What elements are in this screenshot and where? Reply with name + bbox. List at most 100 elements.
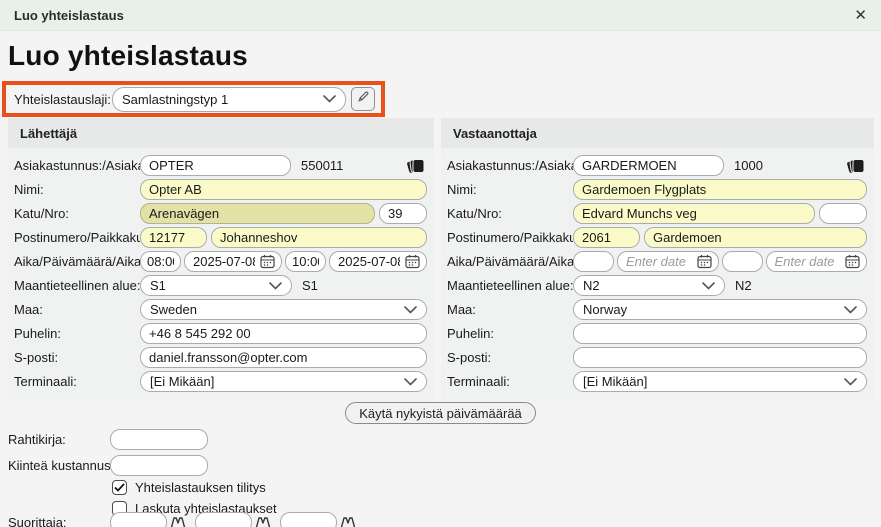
sender-street-label: Katu/Nro: (14, 206, 140, 221)
settlement-checkbox[interactable] (112, 480, 127, 495)
sender-time-from-input[interactable] (140, 251, 181, 272)
receiver-customer-row: Asiakastunnus:/Asiakas: 1000 (447, 155, 867, 176)
receiver-name-label: Nimi: (447, 182, 573, 197)
sender-street-row: Katu/Nro: (14, 203, 427, 224)
sender-area-value: S1 (150, 278, 166, 293)
receiver-phone-input[interactable] (573, 323, 867, 344)
binoculars-icon[interactable] (170, 516, 186, 527)
receiver-city-input[interactable] (644, 227, 867, 248)
sender-postal-code-input[interactable] (140, 227, 207, 248)
sender-country-label: Maa: (14, 302, 140, 317)
sender-terminal-label: Terminaali: (14, 374, 140, 389)
sender-email-input[interactable] (140, 347, 427, 368)
edit-type-button[interactable] (351, 87, 375, 111)
joint-loading-type-select[interactable]: Samlastningstyp 1 (112, 87, 346, 112)
joint-loading-type-row: Yhteislastauslaji: Samlastningstyp 1 (2, 81, 385, 117)
checkmark-icon (114, 483, 125, 492)
sender-time-row: Aika/Päivämäärä/Aika: (14, 251, 427, 272)
action-bar: Käytä nykyistä päivämäärää (0, 402, 881, 424)
sender-time-to-input[interactable] (285, 251, 326, 272)
close-icon[interactable]: ✕ (854, 8, 867, 23)
receiver-terminal-label: Terminaali: (447, 374, 573, 389)
sender-street-number-input[interactable] (379, 203, 427, 224)
receiver-street-label: Katu/Nro: (447, 206, 573, 221)
receiver-area-select[interactable]: N2 (573, 275, 725, 296)
fixed-cost-input[interactable] (110, 455, 208, 476)
calendar-icon[interactable] (697, 254, 712, 269)
receiver-country-label: Maa: (447, 302, 573, 317)
dialog-titlebar: Luo yhteislastaus ✕ (0, 0, 881, 31)
receiver-country-value: Norway (583, 302, 627, 317)
receiver-country-row: Maa: Norway (447, 299, 867, 320)
sender-phone-input[interactable] (140, 323, 427, 344)
sender-panel: Lähettäjä Asiakastunnus:/Asiakas: 550011 (8, 118, 434, 401)
copy-stack-icon[interactable] (846, 157, 865, 174)
receiver-country-select[interactable]: Norway (573, 299, 867, 320)
fixed-cost-row: Kiinteä kustannus: (8, 455, 208, 476)
sender-terminal-value: [Ei Mikään] (150, 374, 214, 389)
receiver-phone-row: Puhelin: (447, 323, 867, 344)
chevron-down-icon (844, 378, 857, 386)
chevron-down-icon (323, 95, 336, 103)
receiver-customer-label: Asiakastunnus:/Asiakas: (447, 158, 573, 173)
sender-postal-row: Postinumero/Paikkakunta: (14, 227, 427, 248)
receiver-terminal-value: [Ei Mikään] (583, 374, 647, 389)
receiver-terminal-select[interactable]: [Ei Mikään] (573, 371, 867, 392)
pencil-icon (357, 90, 370, 108)
sender-area-row: Maantieteellinen alue: S1 S1 (14, 275, 427, 296)
receiver-phone-label: Puhelin: (447, 326, 573, 341)
copy-stack-icon[interactable] (406, 157, 425, 174)
sender-country-select[interactable]: Sweden (140, 299, 427, 320)
receiver-street-row: Katu/Nro: (447, 203, 867, 224)
receiver-customer-number: 1000 (734, 158, 763, 173)
dialog-title: Luo yhteislastaus (14, 8, 124, 23)
receiver-postal-code-input[interactable] (573, 227, 640, 248)
sender-street-input[interactable] (140, 203, 375, 224)
sender-country-value: Sweden (150, 302, 197, 317)
receiver-email-input[interactable] (573, 347, 867, 368)
sender-phone-label: Puhelin: (14, 326, 140, 341)
receiver-area-code: N2 (735, 278, 752, 293)
settlement-checkbox-row[interactable]: Yhteislastauksen tilitys (112, 480, 266, 495)
receiver-time-from-input[interactable] (573, 251, 614, 272)
sender-terminal-select[interactable]: [Ei Mikään] (140, 371, 427, 392)
chevron-down-icon (844, 306, 857, 314)
receiver-customer-code-input[interactable] (573, 155, 724, 176)
receiver-time-to-input[interactable] (722, 251, 763, 272)
chevron-down-icon (702, 282, 715, 290)
sender-customer-code-input[interactable] (140, 155, 291, 176)
sender-city-input[interactable] (211, 227, 427, 248)
receiver-street-input[interactable] (573, 203, 815, 224)
receiver-email-row: S-posti: (447, 347, 867, 368)
sender-customer-row: Asiakastunnus:/Asiakas: 550011 (14, 155, 427, 176)
receiver-postal-row: Postinumero/Paikkakunta: (447, 227, 867, 248)
receiver-area-value: N2 (583, 278, 600, 293)
binoculars-icon[interactable] (340, 516, 356, 527)
binoculars-icon[interactable] (255, 516, 271, 527)
joint-loading-type-label: Yhteislastauslaji: (14, 92, 112, 107)
calendar-icon[interactable] (845, 254, 860, 269)
waybill-input[interactable] (110, 429, 208, 450)
receiver-area-row: Maantieteellinen alue: N2 N2 (447, 275, 867, 296)
receiver-street-number-input[interactable] (819, 203, 867, 224)
calendar-icon[interactable] (260, 254, 275, 269)
receiver-area-label: Maantieteellinen alue: (447, 278, 573, 293)
performer-input-2[interactable] (195, 512, 252, 527)
sender-name-label: Nimi: (14, 182, 140, 197)
chevron-down-icon (404, 378, 417, 386)
performer-input-3[interactable] (280, 512, 337, 527)
sender-time-label: Aika/Päivämäärä/Aika: (14, 254, 140, 269)
receiver-name-input[interactable] (573, 179, 867, 200)
sender-terminal-row: Terminaali: [Ei Mikään] (14, 371, 427, 392)
sender-area-select[interactable]: S1 (140, 275, 292, 296)
performer-input-1[interactable] (110, 512, 167, 527)
fixed-cost-label: Kiinteä kustannus: (8, 458, 110, 473)
use-current-date-button[interactable]: Käytä nykyistä päivämäärää (345, 402, 536, 424)
sender-name-input[interactable] (140, 179, 427, 200)
receiver-time-label: Aika/Päivämäärä/Aika: (447, 254, 573, 269)
sender-header: Lähettäjä (8, 118, 434, 148)
sender-area-label: Maantieteellinen alue: (14, 278, 140, 293)
receiver-postal-label: Postinumero/Paikkakunta: (447, 230, 573, 245)
sender-phone-row: Puhelin: (14, 323, 427, 344)
calendar-icon[interactable] (405, 254, 420, 269)
